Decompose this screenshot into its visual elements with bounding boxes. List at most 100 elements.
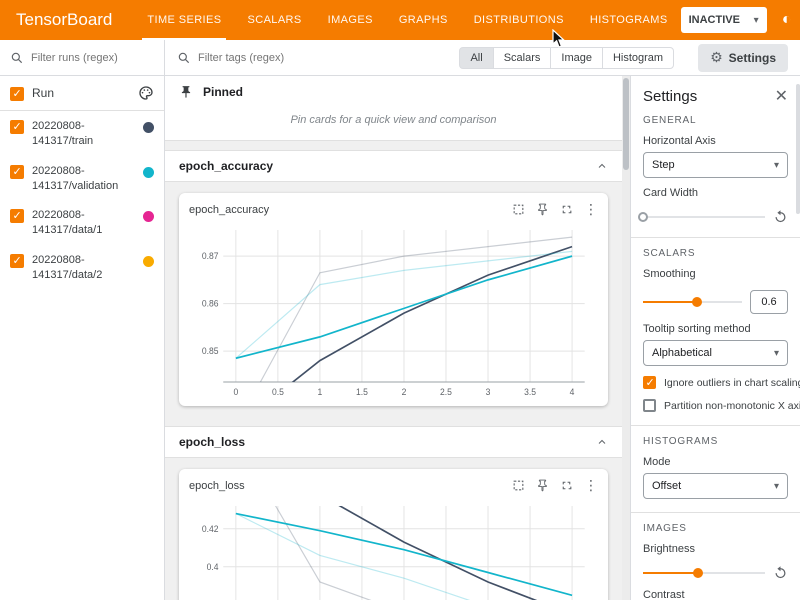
chevron-up-icon[interactable] (596, 160, 608, 172)
pinned-section-header[interactable]: Pinned (165, 76, 622, 108)
slider-knob[interactable] (693, 568, 703, 578)
filter-pill-image[interactable]: Image (550, 47, 603, 69)
epoch-accuracy-chart[interactable]: 00.511.522.533.540.850.860.87 (189, 220, 598, 404)
run-color-dot[interactable] (143, 211, 154, 222)
run-label: 20220808-141317/data/2 (32, 253, 120, 283)
run-row-train[interactable]: 20220808-141317/train (0, 111, 164, 156)
scrollbar-thumb[interactable] (796, 84, 800, 214)
runs-header: Run (0, 76, 164, 111)
contrast-label: Contrast (643, 589, 788, 600)
section-title-images: IMAGES (643, 523, 788, 534)
fullscreen-icon[interactable] (560, 203, 573, 216)
reset-icon[interactable] (773, 565, 788, 580)
palette-icon[interactable] (138, 85, 154, 101)
scrollbar-thumb[interactable] (623, 78, 629, 170)
chart-card-epoch-accuracy: epoch_accuracy ⋮ 00.511.522.533.540.850.… (179, 193, 608, 406)
settings-panel-title: Settings (643, 88, 697, 105)
svg-text:3.5: 3.5 (524, 387, 536, 397)
run-row-data-2[interactable]: 20220808-141317/data/2 (0, 245, 164, 290)
smoothing-value-input[interactable]: 0.6 (750, 290, 788, 314)
run-checkbox[interactable] (10, 165, 24, 179)
kebab-menu-icon[interactable]: ⋮ (584, 201, 598, 218)
svg-text:1.5: 1.5 (356, 387, 368, 397)
run-checkbox[interactable] (10, 120, 24, 134)
card-width-slider[interactable] (643, 211, 765, 223)
section-header-epoch-accuracy[interactable]: epoch_accuracy (165, 150, 622, 182)
section-header-epoch-loss[interactable]: epoch_loss (165, 426, 622, 458)
fit-domain-icon[interactable] (512, 203, 525, 216)
fullscreen-icon[interactable] (560, 479, 573, 492)
svg-text:0.4: 0.4 (207, 562, 219, 572)
section-title: epoch_accuracy (179, 159, 273, 173)
tag-type-filter-group: All Scalars Image Histogram (459, 47, 674, 69)
topbar-actions: INACTIVE ▾ ◐ ↻ ⚙ ? (681, 7, 800, 33)
svg-text:3: 3 (486, 387, 491, 397)
status-select[interactable]: INACTIVE ▾ (681, 7, 767, 33)
horizontal-axis-select[interactable]: Step ▾ (643, 152, 788, 178)
ignore-outliers-checkbox[interactable] (643, 376, 656, 389)
svg-text:2.5: 2.5 (440, 387, 452, 397)
partition-x-axis-checkbox[interactable] (643, 399, 656, 412)
histogram-mode-select[interactable]: Offset ▾ (643, 473, 788, 499)
slider-knob[interactable] (638, 212, 648, 222)
chart-card-epoch-loss: epoch_loss ⋮ 00.511.522.533.540.360.380.… (179, 469, 608, 600)
tab-histograms[interactable]: HISTOGRAMS (577, 0, 681, 40)
fit-domain-icon[interactable] (512, 479, 525, 492)
tab-scalars[interactable]: SCALARS (234, 0, 314, 40)
slider-knob[interactable] (692, 297, 702, 307)
svg-text:0.86: 0.86 (202, 298, 219, 308)
filter-pill-scalars[interactable]: Scalars (493, 47, 552, 69)
partition-x-axis-row[interactable]: Partition non-monotonic X axis (643, 399, 788, 412)
svg-text:0.42: 0.42 (202, 524, 219, 534)
run-row-data-1[interactable]: 20220808-141317/data/1 (0, 200, 164, 245)
select-all-runs-checkbox[interactable] (10, 87, 24, 101)
ignore-outliers-row[interactable]: Ignore outliers in chart scaling (643, 376, 788, 389)
run-color-dot[interactable] (143, 167, 154, 178)
filter-runs-box (0, 40, 165, 75)
filter-tags-box: All Scalars Image Histogram (165, 40, 684, 75)
filter-runs-input[interactable] (31, 52, 154, 64)
tab-distributions[interactable]: DISTRIBUTIONS (461, 0, 577, 40)
cards-main-area: Pinned Pin cards for a quick view and co… (165, 76, 630, 600)
horizontal-axis-label: Horizontal Axis (643, 135, 788, 147)
pin-icon[interactable] (536, 479, 549, 492)
chart-card-title: epoch_accuracy (189, 204, 269, 216)
smoothing-slider[interactable] (643, 296, 742, 308)
run-row-validation[interactable]: 20220808-141317/validation (0, 156, 164, 201)
svg-text:1: 1 (318, 387, 323, 397)
status-value: INACTIVE (689, 14, 740, 26)
settings-panel: Settings ✕ GENERAL Horizontal Axis Step … (630, 76, 800, 600)
chevron-up-icon[interactable] (596, 436, 608, 448)
settings-button-label: Settings (729, 51, 776, 65)
dark-mode-icon[interactable]: ◐ (776, 9, 798, 31)
run-color-dot[interactable] (143, 256, 154, 267)
scrollbar[interactable] (622, 76, 630, 600)
pin-icon[interactable] (536, 203, 549, 216)
close-icon[interactable]: ✕ (775, 89, 788, 105)
settings-button[interactable]: ⚙ Settings (698, 44, 788, 72)
card-width-label: Card Width (643, 187, 788, 199)
reset-icon[interactable] (773, 209, 788, 224)
chevron-down-icon: ▾ (774, 481, 779, 492)
tooltip-sorting-select[interactable]: Alphabetical ▾ (643, 340, 788, 366)
slider-fill (643, 572, 698, 574)
app-logo: TensorBoard (16, 10, 112, 30)
histogram-mode-label: Mode (643, 456, 788, 468)
tab-time-series[interactable]: TIME SERIES (134, 0, 234, 40)
partition-x-axis-label: Partition non-monotonic X axis (664, 400, 800, 412)
select-value: Step (652, 159, 675, 171)
run-checkbox[interactable] (10, 254, 24, 268)
kebab-menu-icon[interactable]: ⋮ (584, 477, 598, 494)
brightness-slider[interactable] (643, 567, 765, 579)
filter-pill-all[interactable]: All (459, 47, 493, 69)
filter-pill-histogram[interactable]: Histogram (602, 47, 674, 69)
nav-tabs: TIME SERIES SCALARS IMAGES GRAPHS DISTRI… (134, 0, 680, 40)
run-checkbox[interactable] (10, 209, 24, 223)
tab-graphs[interactable]: GRAPHS (386, 0, 461, 40)
run-color-dot[interactable] (143, 122, 154, 133)
epoch-loss-chart[interactable]: 00.511.522.533.540.360.380.40.42 (189, 496, 598, 600)
tab-images[interactable]: IMAGES (315, 0, 386, 40)
select-value: Alphabetical (652, 347, 712, 359)
filter-tags-input[interactable] (198, 52, 452, 64)
pin-icon (179, 85, 193, 99)
